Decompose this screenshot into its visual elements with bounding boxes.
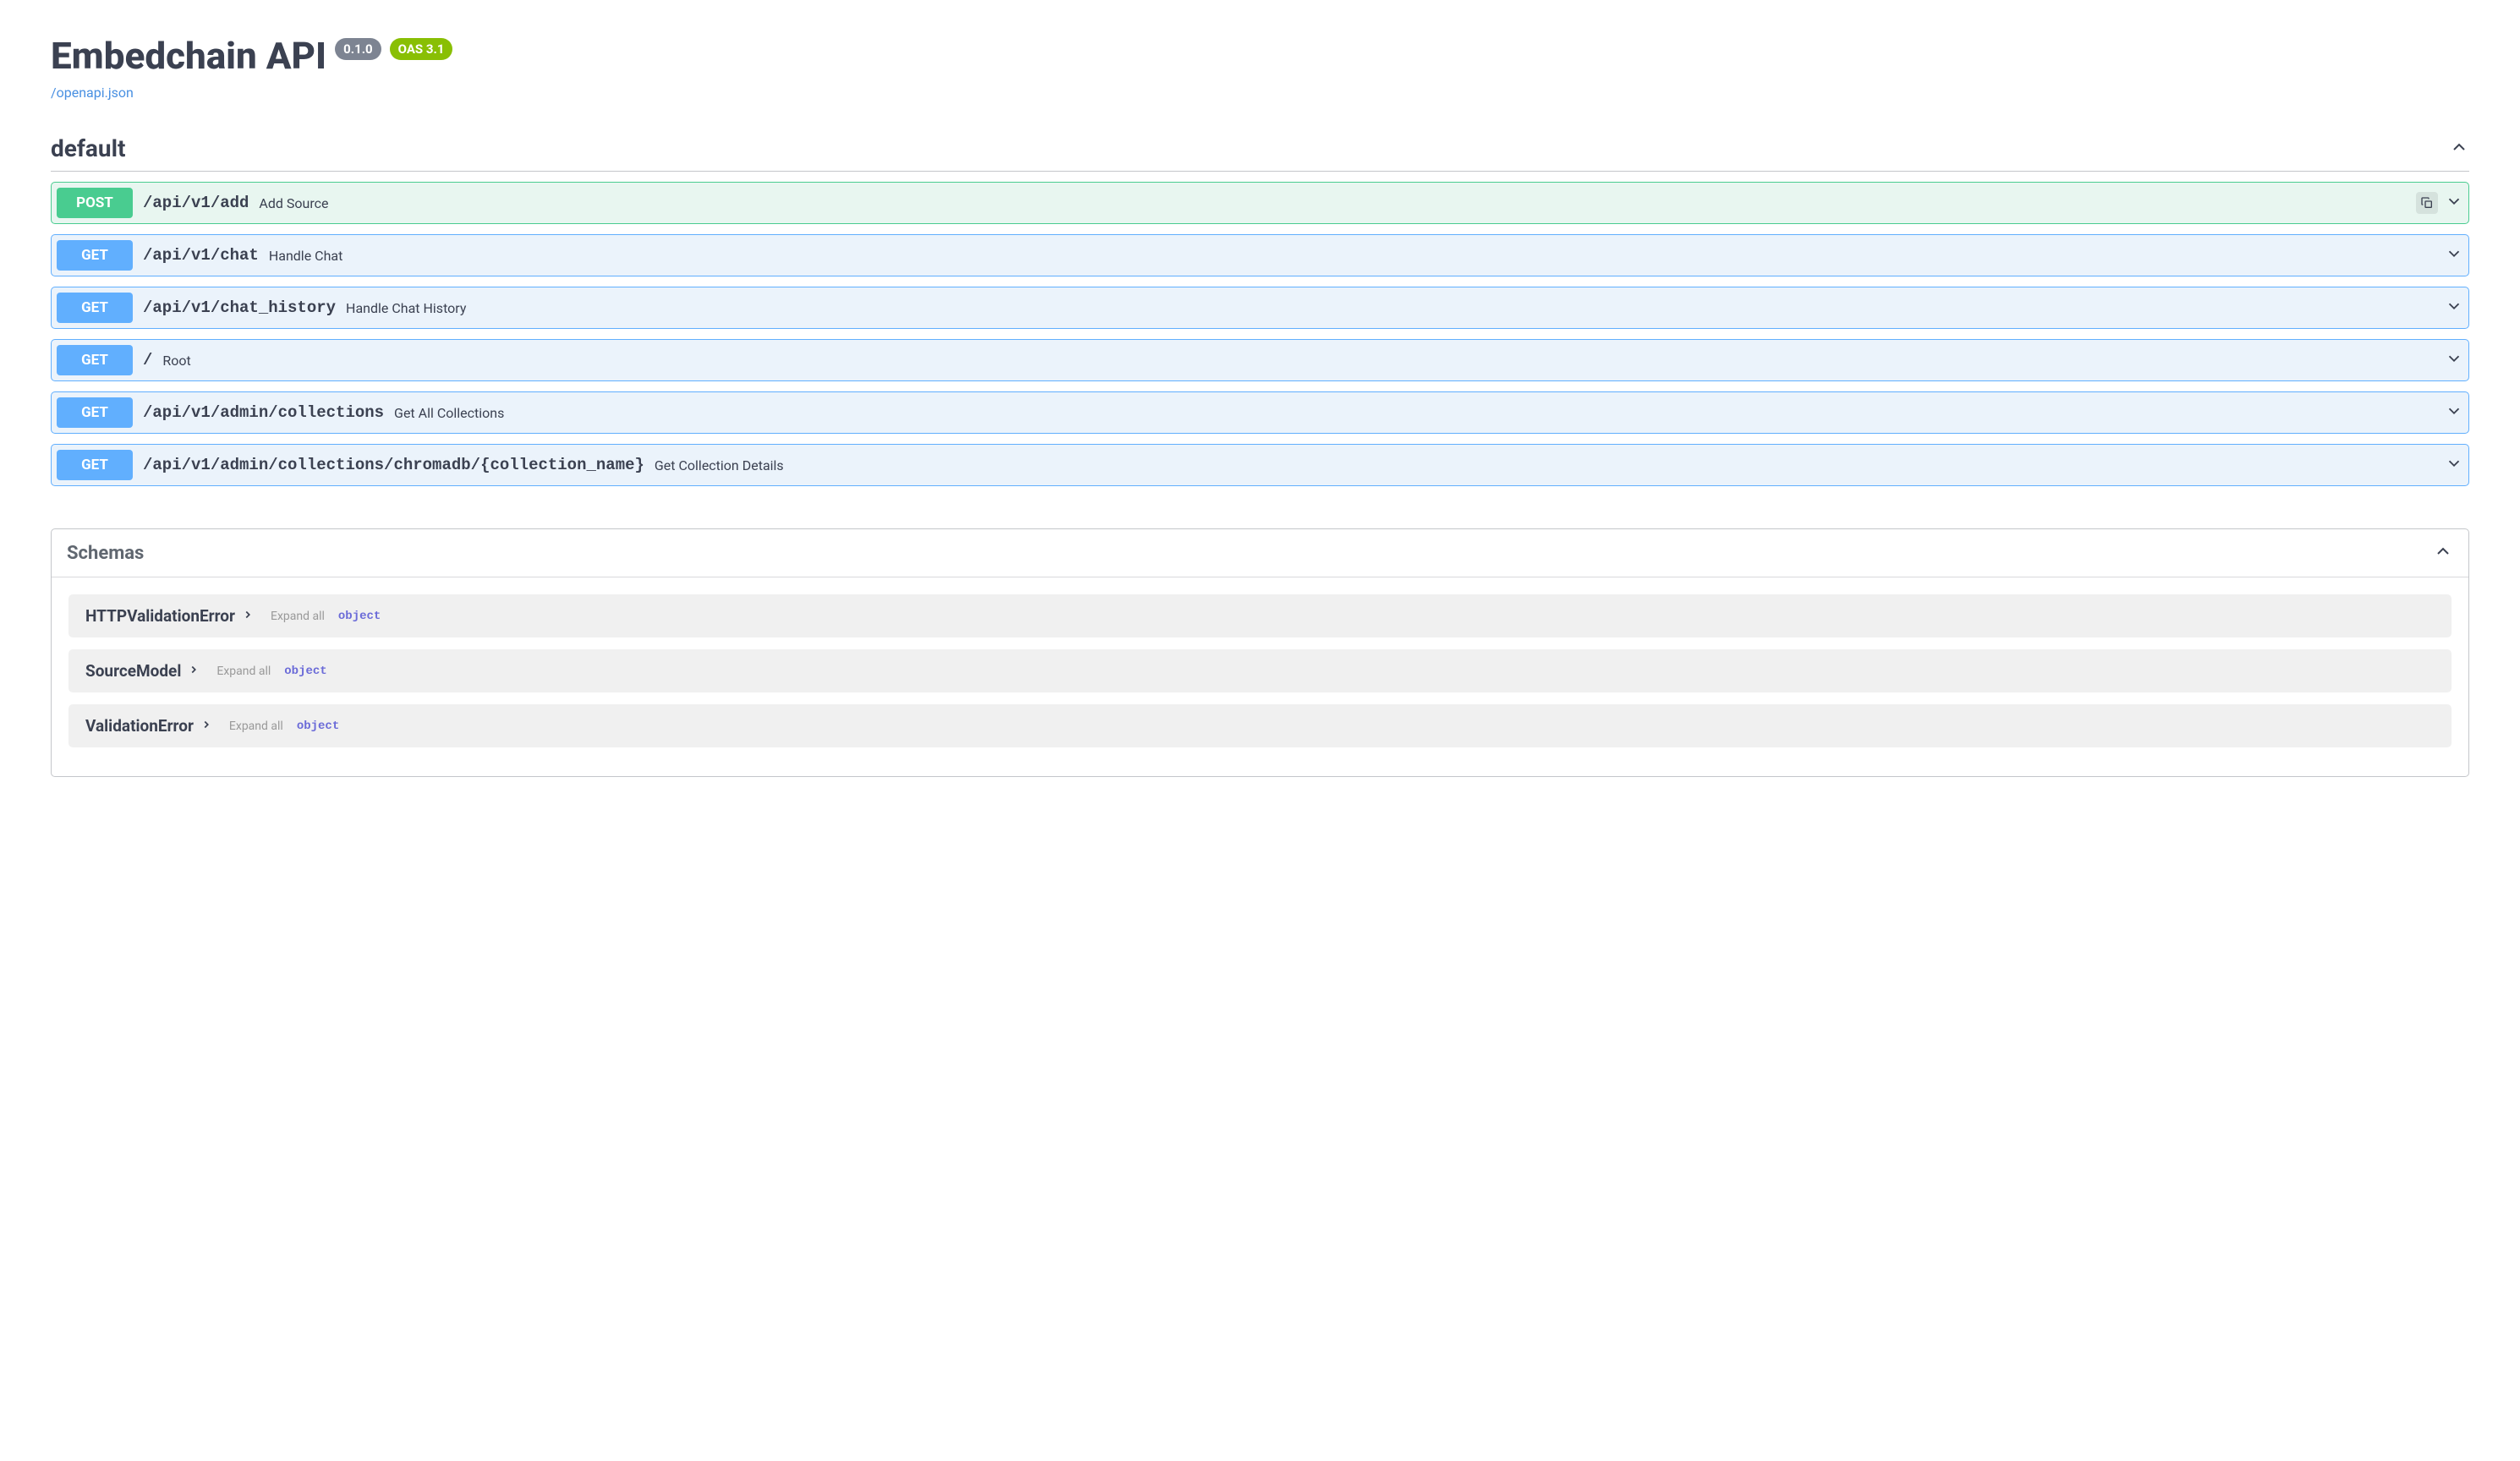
schemas-title: Schemas bbox=[67, 543, 144, 564]
schema-type: object bbox=[338, 610, 381, 623]
section-header-default[interactable]: default bbox=[51, 134, 2469, 172]
api-header: Embedchain API 0.1.0 OAS 3.1 /openapi.js… bbox=[51, 34, 2469, 101]
expand-all-link[interactable]: Expand all bbox=[271, 610, 325, 623]
schema-name: HTTPValidationError bbox=[85, 606, 235, 626]
schemas-header[interactable]: Schemas bbox=[52, 529, 2468, 577]
operation-path: /api/v1/chat_history bbox=[143, 298, 336, 317]
operation-row[interactable]: GET / Root bbox=[51, 339, 2469, 381]
operation-summary: Get Collection Details bbox=[655, 457, 784, 473]
copy-icon[interactable] bbox=[2416, 192, 2438, 214]
oas-badge: OAS 3.1 bbox=[390, 38, 453, 60]
operation-path: /api/v1/chat bbox=[143, 246, 259, 265]
schema-item[interactable]: HTTPValidationError Expand all object bbox=[68, 594, 2452, 637]
schema-type: object bbox=[284, 665, 326, 678]
operation-row[interactable]: GET/api/v1/chat Handle Chat bbox=[51, 234, 2469, 276]
title-row: Embedchain API 0.1.0 OAS 3.1 bbox=[51, 34, 2469, 78]
operation-row[interactable]: GET/api/v1/admin/collections Get All Coll… bbox=[51, 391, 2469, 434]
chevron-right-icon bbox=[188, 663, 200, 679]
operation-path: /api/v1/admin/collections bbox=[143, 403, 384, 422]
operation-controls bbox=[2445, 454, 2463, 476]
chevron-down-icon bbox=[2445, 454, 2463, 476]
operation-controls bbox=[2416, 192, 2463, 214]
chevron-right-icon bbox=[242, 608, 254, 624]
operation-controls bbox=[2445, 244, 2463, 266]
method-badge: GET bbox=[57, 345, 133, 375]
chevron-down-icon bbox=[2445, 349, 2463, 371]
operation-controls bbox=[2445, 297, 2463, 319]
operation-row[interactable]: POST/api/v1/add Add Source bbox=[51, 182, 2469, 224]
operation-path: / bbox=[143, 351, 152, 369]
chevron-down-icon bbox=[2445, 192, 2463, 214]
schemas-container: Schemas HTTPValidationError Expand all obj… bbox=[51, 528, 2469, 777]
section-title: default bbox=[51, 134, 125, 162]
operation-path: /api/v1/admin/collections/chromadb/{coll… bbox=[143, 456, 644, 474]
chevron-down-icon bbox=[2445, 244, 2463, 266]
schema-item[interactable]: SourceModel Expand all object bbox=[68, 649, 2452, 692]
chevron-down-icon bbox=[2445, 297, 2463, 319]
operations-list: POST/api/v1/add Add Source GET/api/v1/chat… bbox=[51, 182, 2469, 486]
chevron-down-icon bbox=[2445, 402, 2463, 424]
operation-row[interactable]: GET/api/v1/chat_history Handle Chat Histo… bbox=[51, 287, 2469, 329]
method-badge: POST bbox=[57, 188, 133, 218]
method-badge: GET bbox=[57, 397, 133, 428]
operation-row[interactable]: GET/api/v1/admin/collections/chromadb/{c… bbox=[51, 444, 2469, 486]
method-badge: GET bbox=[57, 240, 133, 271]
chevron-right-icon bbox=[200, 718, 212, 734]
chevron-up-icon bbox=[2433, 541, 2453, 565]
operation-summary: Handle Chat History bbox=[346, 300, 466, 316]
expand-all-link[interactable]: Expand all bbox=[229, 720, 283, 733]
schema-type: object bbox=[297, 720, 339, 733]
operation-summary: Get All Collections bbox=[394, 405, 504, 421]
expand-all-link[interactable]: Expand all bbox=[216, 665, 271, 678]
spec-link[interactable]: /openapi.json bbox=[51, 85, 134, 101]
operation-summary: Root bbox=[162, 353, 190, 369]
operation-summary: Handle Chat bbox=[269, 248, 342, 264]
schemas-body: HTTPValidationErrorExpand allobjectSourc… bbox=[52, 577, 2468, 776]
version-badge: 0.1.0 bbox=[335, 38, 381, 60]
operation-controls bbox=[2445, 349, 2463, 371]
schema-item[interactable]: ValidationError Expand all object bbox=[68, 704, 2452, 747]
chevron-up-icon bbox=[2449, 137, 2469, 161]
operation-controls bbox=[2445, 402, 2463, 424]
operation-path: /api/v1/add bbox=[143, 194, 249, 212]
schema-name: SourceModel bbox=[85, 661, 181, 681]
method-badge: GET bbox=[57, 293, 133, 323]
api-title: Embedchain API bbox=[51, 34, 326, 78]
operation-summary: Add Source bbox=[259, 195, 328, 211]
schema-name: ValidationError bbox=[85, 716, 194, 736]
method-badge: GET bbox=[57, 450, 133, 480]
